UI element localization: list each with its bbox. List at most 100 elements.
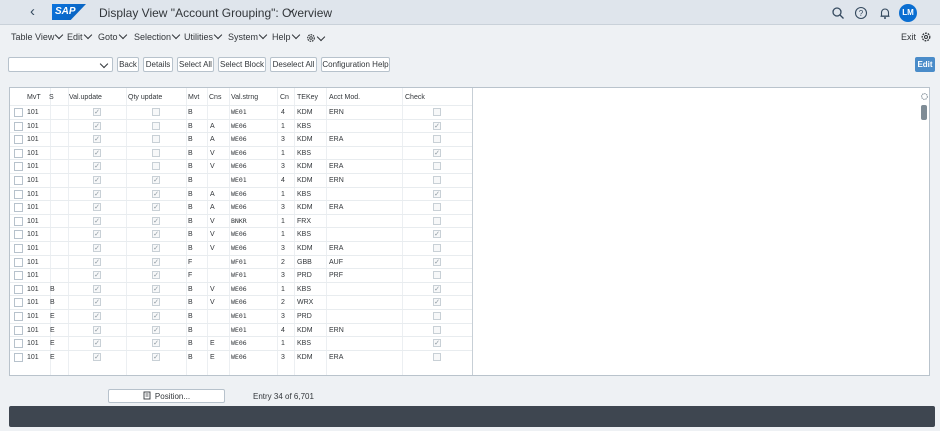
checkbox-qty-update[interactable]: ✓ [152, 312, 160, 320]
menu-edit[interactable]: Edit [67, 30, 92, 42]
table-row[interactable]: 101 ✓ ✓ F WF01 3 PRD PRF [10, 268, 473, 281]
table-row[interactable]: 101 ✓ ✓ B WE01 4 KDM ERN [10, 173, 473, 186]
row-selector[interactable] [14, 244, 23, 253]
row-selector[interactable] [14, 121, 23, 131]
table-row[interactable]: 101 ✓ ✓ F WF01 2 GBB AUF ✓ [10, 254, 473, 268]
select-all-button[interactable]: Select All [177, 57, 214, 72]
table-row[interactable]: 101 E ✓ ✓ B WE01 4 KDM ERN [10, 322, 473, 336]
table-settings-icon[interactable] [920, 92, 929, 101]
checkbox-val-update[interactable]: ✓ [93, 189, 101, 198]
col-header-acct-mod[interactable]: Acct Mod. [329, 94, 360, 101]
menu-selection[interactable]: Selection [134, 30, 181, 42]
row-selector[interactable] [14, 325, 23, 335]
checkbox-check[interactable] [433, 244, 441, 252]
table-row[interactable]: 101 E ✓ ✓ B E WE06 1 KBS ✓ [10, 336, 473, 349]
checkbox-qty-update[interactable] [152, 121, 160, 130]
table-row[interactable]: 101 ✓ B A WE06 3 KDM ERA [10, 132, 473, 145]
col-header-mvt[interactable]: MvT [27, 94, 41, 101]
vertical-scrollbar[interactable] [921, 105, 927, 120]
checkbox-qty-update[interactable]: ✓ [152, 257, 160, 266]
col-header-val-string[interactable]: Val.strng [231, 94, 258, 101]
checkbox-qty-update[interactable]: ✓ [152, 284, 160, 293]
col-header-mvt-indicator[interactable]: Mvt [188, 94, 199, 101]
select-block-button[interactable]: Select Block [218, 57, 266, 72]
table-row[interactable]: 101 ✓ B V WE06 3 KDM ERA [10, 159, 473, 172]
checkbox-check[interactable]: ✓ [433, 148, 441, 157]
checkbox-val-update[interactable]: ✓ [93, 216, 101, 225]
checkbox-qty-update[interactable] [152, 108, 160, 116]
avatar[interactable]: LM [899, 4, 917, 22]
col-header-val-update[interactable]: Val.update [69, 94, 102, 101]
checkbox-qty-update[interactable]: ✓ [152, 339, 160, 348]
checkbox-check[interactable] [433, 325, 441, 334]
table-row[interactable]: 101 E ✓ ✓ B WE01 3 PRD [10, 309, 473, 322]
col-header-cn[interactable]: Cn [280, 94, 289, 101]
row-selector[interactable] [14, 312, 23, 321]
checkbox-check[interactable] [433, 271, 441, 280]
menu-help[interactable]: Help [272, 30, 300, 42]
checkbox-val-update[interactable]: ✓ [93, 298, 101, 307]
configuration-help-button[interactable]: Configuration Help [321, 57, 390, 72]
gear-menu[interactable] [306, 32, 326, 44]
checkbox-check[interactable] [433, 176, 441, 184]
menu-system[interactable]: System [228, 30, 268, 42]
checkbox-val-update[interactable]: ✓ [93, 312, 101, 320]
table-row[interactable]: 101 ✓ ✓ B A WE06 1 KBS ✓ [10, 186, 473, 200]
menu-goto[interactable]: Goto [98, 30, 127, 42]
checkbox-check[interactable]: ✓ [433, 230, 441, 239]
row-selector[interactable] [14, 135, 23, 145]
row-selector[interactable] [14, 284, 23, 294]
checkbox-qty-update[interactable]: ✓ [152, 189, 160, 198]
checkbox-qty-update[interactable]: ✓ [152, 298, 160, 307]
table-row[interactable]: 101 ✓ ✓ B A WE06 3 KDM ERA [10, 200, 473, 213]
checkbox-check[interactable]: ✓ [433, 339, 441, 348]
col-header-check[interactable]: Check [405, 94, 425, 101]
table-row[interactable]: 101 ✓ B A WE06 1 KBS ✓ [10, 118, 473, 132]
checkbox-check[interactable]: ✓ [433, 284, 441, 293]
checkbox-val-update[interactable]: ✓ [93, 108, 101, 116]
checkbox-check[interactable] [433, 162, 441, 171]
deselect-all-button[interactable]: Deselect All [270, 57, 317, 72]
col-header-tekey[interactable]: TEKey [297, 94, 318, 101]
checkbox-val-update[interactable]: ✓ [93, 135, 101, 144]
row-selector[interactable] [14, 352, 23, 362]
sap-logo[interactable]: SAP [52, 4, 86, 20]
checkbox-val-update[interactable]: ✓ [93, 203, 101, 212]
exit-button[interactable]: Exit [901, 32, 916, 42]
checkbox-check[interactable] [433, 108, 441, 116]
checkbox-qty-update[interactable]: ✓ [152, 271, 160, 280]
checkbox-qty-update[interactable]: ✓ [152, 230, 160, 239]
checkbox-qty-update[interactable]: ✓ [152, 244, 160, 252]
row-selector[interactable] [14, 148, 23, 158]
checkbox-qty-update[interactable]: ✓ [152, 325, 160, 334]
row-selector[interactable] [14, 230, 23, 240]
table-row[interactable]: 101 ✓ ✓ B V BNKR 1 FRX [10, 213, 473, 227]
search-icon[interactable] [831, 6, 845, 20]
checkbox-check[interactable] [433, 312, 441, 320]
menu-utilities[interactable]: Utilities [184, 30, 223, 42]
back-button[interactable]: Back [117, 57, 139, 72]
edit-button[interactable]: Edit [915, 57, 935, 72]
back-icon[interactable]: ‹ [30, 4, 44, 20]
col-header-cns[interactable]: Cns [209, 94, 221, 101]
menu-table-view[interactable]: Table View [11, 30, 64, 42]
view-dropdown[interactable] [8, 57, 113, 72]
checkbox-val-update[interactable]: ✓ [93, 121, 101, 130]
table-row[interactable]: 101 ✓ B V WE06 1 KBS ✓ [10, 145, 473, 159]
row-selector[interactable] [14, 216, 23, 226]
checkbox-val-update[interactable]: ✓ [93, 148, 101, 157]
checkbox-check[interactable]: ✓ [433, 121, 441, 130]
row-selector[interactable] [14, 108, 23, 117]
checkbox-qty-update[interactable]: ✓ [152, 216, 160, 225]
page-title[interactable]: Display View "Account Grouping": Overvie… [99, 6, 332, 20]
checkbox-val-update[interactable]: ✓ [93, 325, 101, 334]
checkbox-qty-update[interactable] [152, 148, 160, 157]
checkbox-check[interactable]: ✓ [433, 189, 441, 198]
checkbox-check[interactable] [433, 352, 441, 361]
row-selector[interactable] [14, 176, 23, 185]
row-selector[interactable] [14, 189, 23, 199]
row-selector[interactable] [14, 203, 23, 213]
checkbox-val-update[interactable]: ✓ [93, 352, 101, 361]
row-selector[interactable] [14, 162, 23, 172]
checkbox-qty-update[interactable]: ✓ [152, 176, 160, 184]
